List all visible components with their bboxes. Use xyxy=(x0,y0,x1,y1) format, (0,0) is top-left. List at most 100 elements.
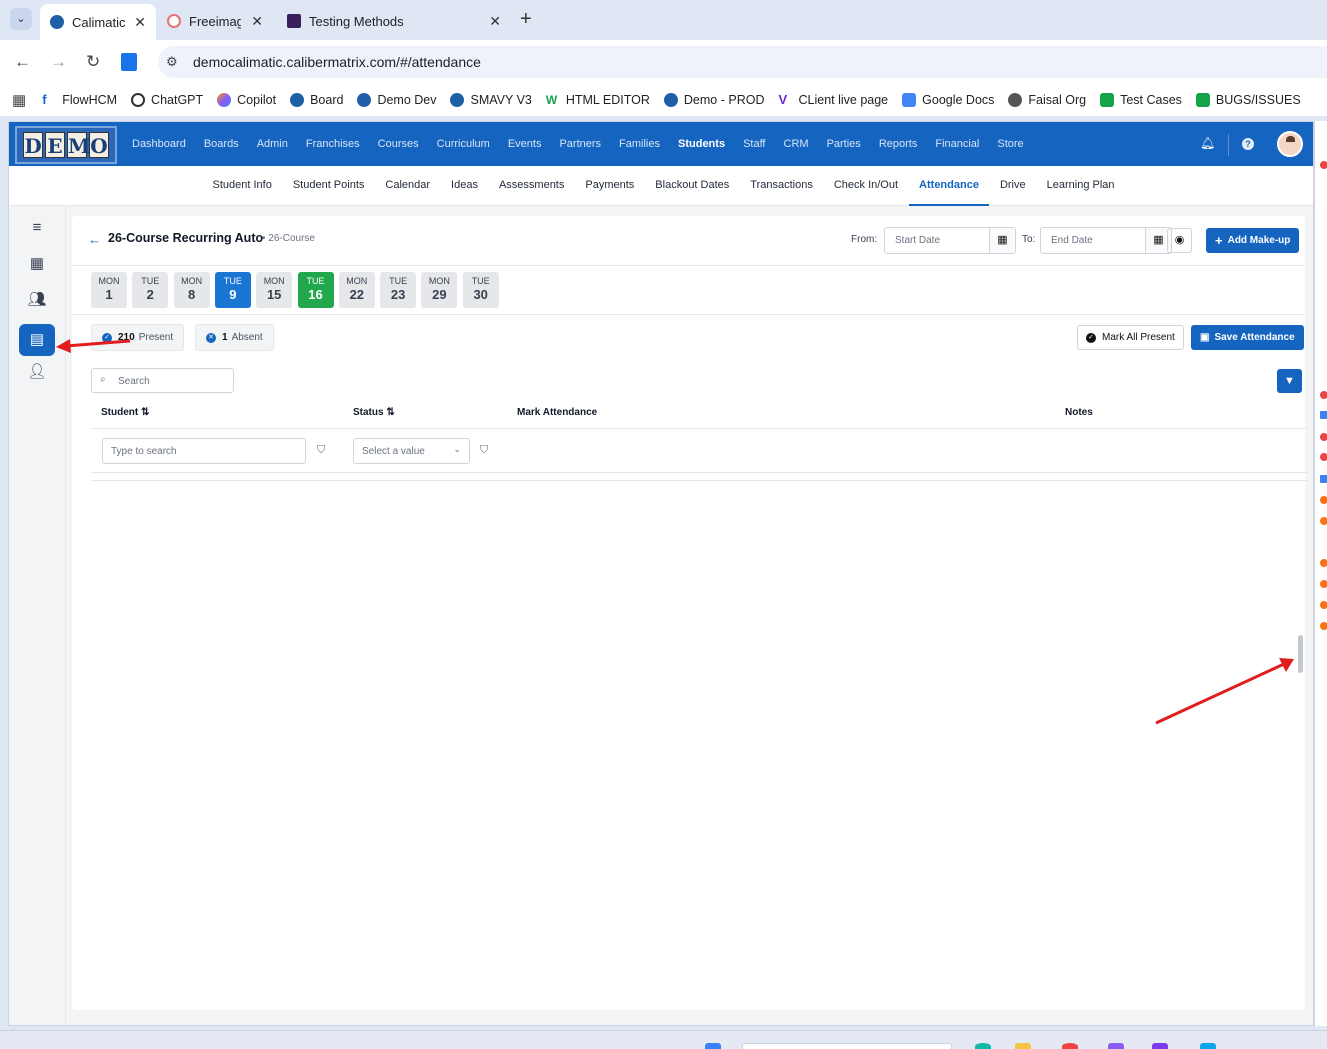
menu-item-events[interactable]: Events xyxy=(499,138,551,150)
users-group-icon[interactable]: 👥︎ xyxy=(19,284,55,316)
user-icon[interactable]: 👤︎ xyxy=(19,356,55,388)
start-date-field[interactable]: Start Date ▦ xyxy=(884,227,1016,254)
sort-icon[interactable]: ⇅ xyxy=(141,407,149,418)
bookmark-item[interactable]: Test Cases xyxy=(1100,93,1182,107)
chrome-icon[interactable] xyxy=(1062,1043,1078,1049)
add-makeup-button[interactable]: + Add Make-up xyxy=(1206,228,1300,253)
back-arrow-icon[interactable]: ← xyxy=(14,52,31,72)
close-tab-icon[interactable]: ✕ xyxy=(243,13,263,30)
bookmark-item[interactable]: Faisal Org xyxy=(1008,93,1086,107)
new-tab-plus-icon[interactable]: + xyxy=(520,8,532,31)
back-arrow-icon[interactable]: ← xyxy=(88,232,101,247)
subnav-calendar[interactable]: Calendar xyxy=(375,166,441,206)
url-field[interactable]: ⚙ democalimatic.calibermatrix.com/#/atte… xyxy=(158,46,1327,78)
menu-item-curriculum[interactable]: Curriculum xyxy=(428,138,499,150)
bookmark-item[interactable]: W HTML EDITOR xyxy=(545,93,650,107)
browser-tab-testing-methods[interactable]: Testing Methods ✕ xyxy=(277,6,511,36)
app-icon[interactable] xyxy=(975,1043,991,1049)
side-panel-icon[interactable] xyxy=(121,53,137,71)
date-chip[interactable]: MON 8 xyxy=(173,272,210,308)
column-header-status[interactable]: Status ⇅ xyxy=(353,407,395,418)
app-icon[interactable] xyxy=(1152,1043,1168,1049)
calendar-icon[interactable]: ▦ xyxy=(989,228,1015,253)
search-input[interactable]: ⌕ Search xyxy=(91,368,234,393)
date-chip[interactable]: TUE 9 xyxy=(214,272,251,308)
funnel-icon[interactable]: ⛉ xyxy=(480,444,488,457)
date-chip[interactable]: TUE 2 xyxy=(132,272,169,308)
subnav-ideas[interactable]: Ideas xyxy=(441,166,489,206)
date-chip[interactable]: MON 29 xyxy=(421,272,458,308)
absent-count-chip[interactable]: ✕ 1 Absent xyxy=(195,324,274,351)
menu-item-reports[interactable]: Reports xyxy=(870,138,927,150)
date-chip[interactable]: TUE 30 xyxy=(462,272,499,308)
menu-item-boards[interactable]: Boards xyxy=(195,138,248,150)
status-filter-select[interactable]: Select a value ⌄ xyxy=(353,438,470,464)
subnav-learning-plan[interactable]: Learning Plan xyxy=(1036,166,1125,206)
bookmark-item[interactable]: Demo - PROD xyxy=(663,93,764,107)
date-chip[interactable]: TUE 16 xyxy=(297,272,334,308)
subnav-check-in-out[interactable]: Check In/Out xyxy=(823,166,908,206)
reload-icon[interactable]: ↻ xyxy=(86,52,100,72)
subnav-drive[interactable]: Drive xyxy=(989,166,1036,206)
menu-item-crm[interactable]: CRM xyxy=(775,138,818,150)
demo-logo[interactable]: D E M O xyxy=(15,126,117,164)
windows-start-icon[interactable] xyxy=(705,1043,721,1049)
date-chip[interactable]: TUE 23 xyxy=(380,272,417,308)
help-icon[interactable]: ? xyxy=(1242,138,1254,150)
menu-item-partners[interactable]: Partners xyxy=(550,138,610,150)
bookmark-item[interactable]: f FlowHCM xyxy=(42,93,117,107)
subnav-transactions[interactable]: Transactions xyxy=(740,166,824,206)
eye-icon[interactable]: ◉ xyxy=(1167,228,1192,253)
menu-item-dashboard[interactable]: Dashboard xyxy=(123,138,195,150)
bookmark-item[interactable]: ChatGPT xyxy=(131,93,203,107)
taskbar-search-box[interactable] xyxy=(742,1043,952,1049)
menu-item-families[interactable]: Families xyxy=(610,138,669,150)
menu-item-franchises[interactable]: Franchises xyxy=(297,138,369,150)
attendance-book-icon[interactable]: ▤ xyxy=(19,324,55,356)
menu-item-staff[interactable]: Staff xyxy=(734,138,774,150)
tab-search-dropdown-icon[interactable]: ⌄ xyxy=(10,8,32,30)
sort-icon[interactable]: ⇅ xyxy=(386,407,394,418)
menu-item-courses[interactable]: Courses xyxy=(369,138,428,150)
menu-item-financial[interactable]: Financial xyxy=(926,138,988,150)
app-icon[interactable] xyxy=(1200,1043,1216,1049)
app-icon[interactable] xyxy=(1108,1043,1124,1049)
subnav-assessments[interactable]: Assessments xyxy=(488,166,574,206)
mark-all-present-button[interactable]: ✓ Mark All Present xyxy=(1077,325,1184,350)
bookmark-item[interactable]: BUGS/ISSUES xyxy=(1195,93,1301,107)
menu-item-students[interactable]: Students xyxy=(669,138,734,150)
subnav-payments[interactable]: Payments xyxy=(575,166,645,206)
bookmark-item[interactable]: SMAVY V3 xyxy=(450,93,532,107)
site-info-icon[interactable]: ⚙ xyxy=(166,54,178,70)
avatar[interactable] xyxy=(1277,131,1303,157)
scrollbar-thumb[interactable] xyxy=(1298,635,1303,673)
bookmark-item[interactable]: V CLient live page xyxy=(778,93,888,107)
forward-arrow-icon[interactable]: → xyxy=(50,52,67,72)
present-count-chip[interactable]: ✓ 210 Present xyxy=(91,324,185,351)
menu-item-parties[interactable]: Parties xyxy=(818,138,870,150)
close-tab-icon[interactable]: ✕ xyxy=(481,13,501,30)
bookmark-item[interactable]: Copilot xyxy=(217,93,276,107)
filter-icon[interactable]: ▼ xyxy=(1277,369,1302,393)
apps-grid-icon[interactable]: ▦ xyxy=(12,91,26,109)
bookmark-item[interactable]: Demo Dev xyxy=(357,93,436,107)
menu-item-admin[interactable]: Admin xyxy=(248,138,297,150)
column-header-student[interactable]: Student ⇅ xyxy=(101,407,149,418)
bookmark-item[interactable]: Google Docs xyxy=(902,93,994,107)
date-chip[interactable]: MON 1 xyxy=(91,272,127,308)
end-date-field[interactable]: End Date ▦ xyxy=(1040,227,1172,254)
calendar-icon[interactable]: ▦ xyxy=(19,248,55,280)
browser-tab-calimatic[interactable]: Calimatic ✕ xyxy=(40,4,156,40)
subnav-student-info[interactable]: Student Info xyxy=(202,166,282,206)
date-chip[interactable]: MON 15 xyxy=(256,272,293,308)
close-tab-icon[interactable]: ✕ xyxy=(126,14,146,31)
browser-tab-freeimage[interactable]: Freeimag ✕ xyxy=(157,6,273,36)
subnav-attendance[interactable]: Attendance xyxy=(908,166,990,206)
subnav-student-points[interactable]: Student Points xyxy=(282,166,375,206)
bell-icon[interactable]: 🔔︎ xyxy=(1200,136,1215,150)
menu-item-store[interactable]: Store xyxy=(988,138,1032,150)
date-chip[interactable]: MON 22 xyxy=(338,272,375,308)
student-filter-input[interactable]: Type to search xyxy=(102,438,306,464)
save-attendance-button[interactable]: ▣ Save Attendance xyxy=(1191,325,1304,350)
funnel-icon[interactable]: ⛉ xyxy=(317,444,325,457)
